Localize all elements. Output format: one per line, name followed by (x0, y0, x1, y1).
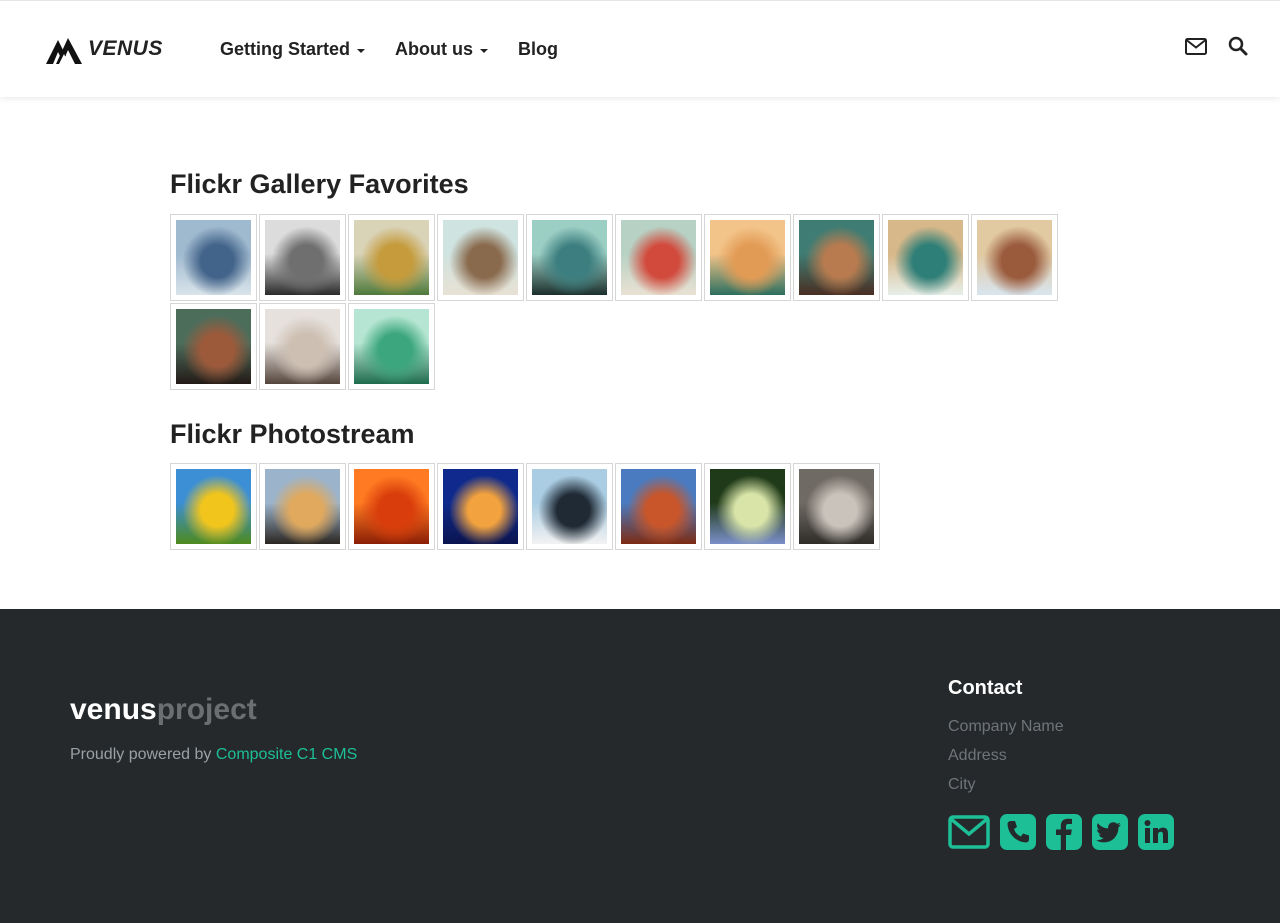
thumbnail-image (888, 219, 963, 295)
photostream-title: Flickr Photostream (170, 418, 415, 449)
site-footer: venusproject Proudly powered by Composit… (0, 609, 1280, 923)
thumbnail-jellyfish[interactable] (437, 463, 524, 551)
thumbnail-green-pitcher[interactable] (704, 213, 791, 301)
nav-about-us[interactable]: About us (395, 39, 489, 60)
thumbnail-lighthouse-sunset[interactable] (259, 463, 346, 551)
thumbnail-image (621, 469, 696, 545)
envelope-icon[interactable] (1184, 35, 1208, 59)
thumbnail-woman-beach[interactable] (259, 302, 346, 390)
nav-blog-label: Blog (518, 39, 559, 59)
thumbnail-ocean-waves[interactable] (882, 213, 969, 301)
thumbnail-image (799, 469, 874, 545)
site-header: VENUS Getting Started About us Blog (0, 0, 1280, 97)
thumbnail-penguins[interactable] (526, 463, 613, 551)
thumbnail-sky-sea[interactable] (170, 213, 257, 301)
thumbnail-dog-portrait[interactable] (793, 213, 880, 301)
thumbnail-paintings-wall[interactable] (348, 213, 435, 301)
main-content: Flickr Gallery Favorites Flickr Photostr… (170, 169, 1070, 580)
linkedin-icon[interactable] (1138, 814, 1174, 855)
favorites-gallery (170, 213, 1070, 392)
thumbnail-chair-beach[interactable] (437, 213, 524, 301)
thumbnail-red-alarm-clock[interactable] (615, 213, 702, 301)
thumbnail-hydrangea[interactable] (704, 463, 791, 551)
social-links (948, 814, 1184, 855)
contact-title: Contact (948, 677, 1023, 699)
thumbnail-image (532, 469, 607, 545)
logo-text: VENUS (88, 37, 163, 60)
header-actions (1166, 35, 1250, 59)
nav-getting-started-label: Getting Started (220, 39, 351, 59)
contact-company: Company Name (948, 718, 1064, 735)
thumbnail-image (176, 469, 251, 545)
contact-city: City (948, 776, 976, 793)
footer-brand: venusproject (70, 693, 257, 727)
nav-getting-started[interactable]: Getting Started (220, 39, 366, 60)
nav-about-us-label: About us (395, 39, 474, 59)
thumbnail-koala[interactable] (793, 463, 880, 551)
facebook-icon[interactable] (1046, 814, 1082, 855)
thumbnail-desert-mesa[interactable] (615, 463, 702, 551)
powered-prefix: Proudly powered by (70, 746, 216, 763)
brand-part-venus: venus (70, 693, 157, 726)
thumbnail-yellow-tulips[interactable] (170, 463, 257, 551)
composite-c1-link[interactable]: Composite C1 CMS (216, 746, 357, 763)
thumbnail-image (532, 219, 607, 295)
thumbnail-umbrella-bench[interactable] (526, 213, 613, 301)
caret-down-icon (357, 48, 366, 53)
caret-down-icon (480, 48, 489, 53)
thumbnail-beach-building[interactable] (971, 213, 1058, 301)
twitter-icon[interactable] (1092, 814, 1128, 855)
favorites-title: Flickr Gallery Favorites (170, 169, 469, 199)
main-nav: Getting Started About us Blog (220, 39, 588, 60)
site-logo[interactable]: VENUS (46, 34, 163, 64)
envelope-icon[interactable] (948, 814, 990, 855)
thumbnail-image (710, 219, 785, 295)
phone-icon[interactable] (1000, 814, 1036, 855)
venus-logo-icon (46, 38, 82, 64)
thumbnail-image (176, 219, 251, 295)
thumbnail-image (977, 219, 1052, 295)
thumbnail-image (265, 469, 340, 545)
contact-block: Contact Company Name Address City (948, 677, 1184, 855)
brand-part-project: project (156, 693, 257, 726)
thumbnail-palm-frond[interactable] (348, 302, 435, 390)
thumbnail-image (354, 219, 429, 295)
photostream-gallery (170, 463, 1070, 552)
thumbnail-image (710, 469, 785, 545)
thumbnail-image (265, 219, 340, 295)
thumbnail-vw-van[interactable] (259, 213, 346, 301)
thumbnail-image (443, 219, 518, 295)
thumbnail-image (443, 469, 518, 545)
thumbnail-image (354, 308, 429, 384)
nav-blog[interactable]: Blog (518, 39, 558, 60)
thumbnail-image (265, 308, 340, 384)
powered-by: Proudly powered by Composite C1 CMS (70, 746, 357, 764)
thumbnail-image (176, 308, 251, 384)
thumbnail-street-musicians[interactable] (170, 302, 257, 390)
thumbnail-image (799, 219, 874, 295)
thumbnail-image (354, 469, 429, 545)
contact-address: Address (948, 747, 1007, 764)
thumbnail-orange-chrysanthemum[interactable] (348, 463, 435, 551)
thumbnail-image (621, 219, 696, 295)
search-icon[interactable] (1226, 35, 1250, 59)
